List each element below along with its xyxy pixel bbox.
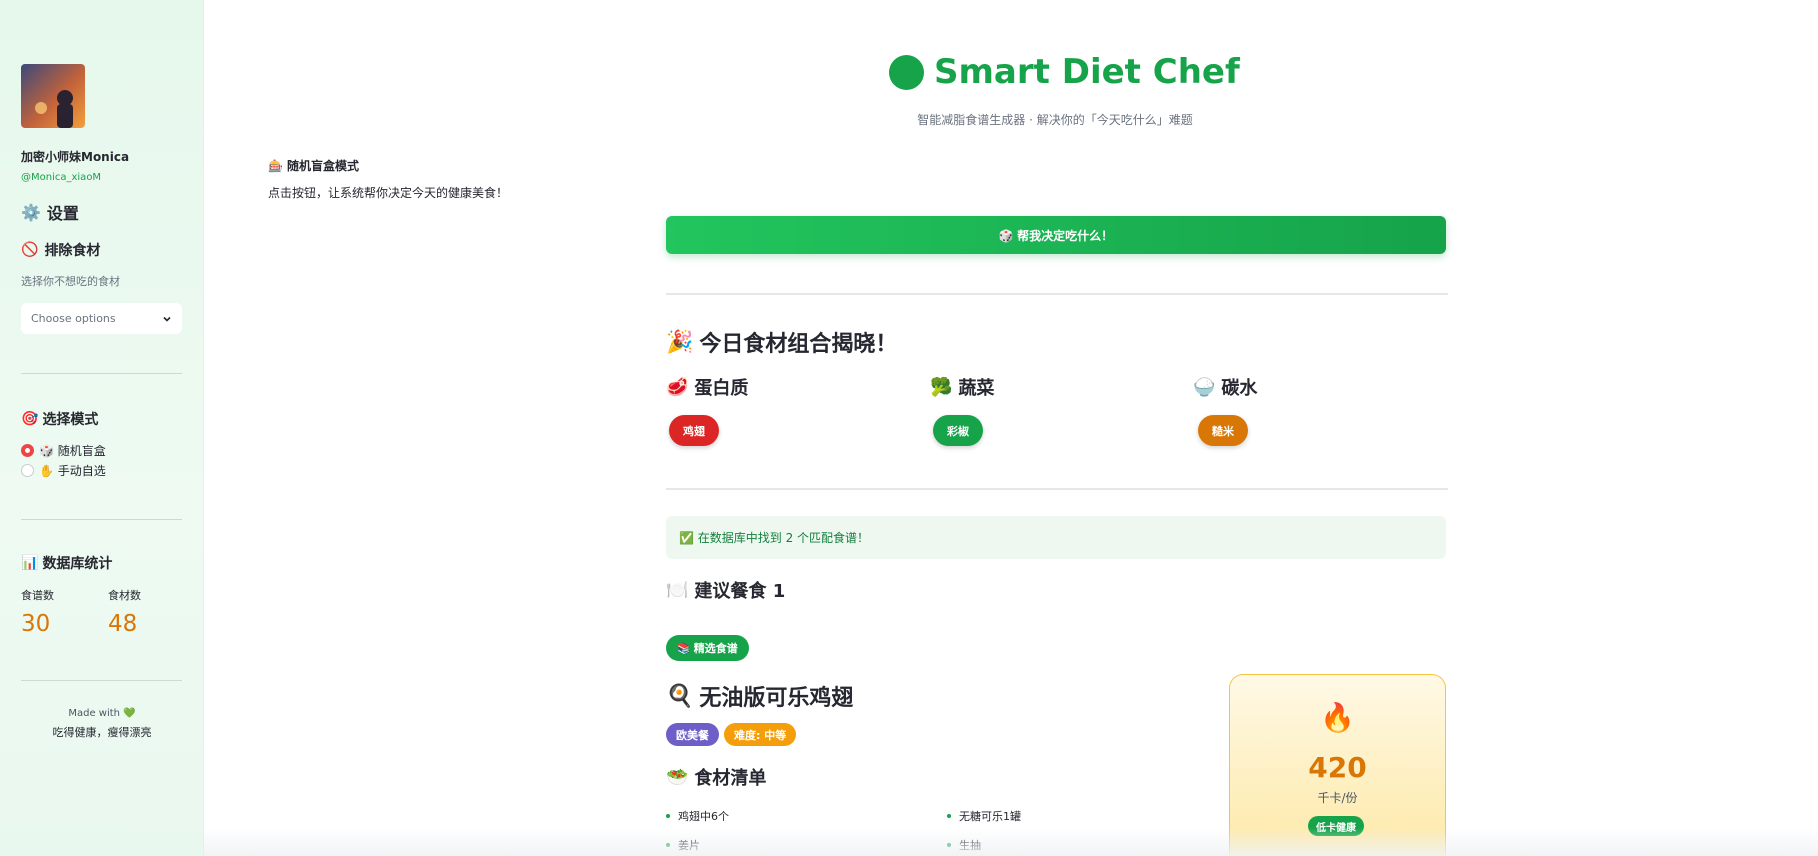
mode-note-text: 点击按钮，让系统帮你决定今天的健康美食！ [268, 186, 509, 200]
stat-ingredients: 食材数 48 [108, 587, 141, 637]
category-label: 碳水 [1221, 378, 1258, 399]
meal-heading: 🍽️ 建议餐食 1 [666, 577, 785, 603]
green-circle-icon [889, 54, 924, 90]
category-label: 蛋白质 [694, 378, 749, 399]
featured-badge-text: 精选食谱 [693, 642, 738, 655]
meat-icon: 🥩 [666, 376, 689, 398]
book-icon: 📚 [677, 641, 691, 655]
chevron-down-icon [163, 316, 171, 322]
exclude-title: 排除食材 [44, 243, 101, 259]
target-icon: 🎯 [21, 411, 39, 427]
footer-made-with: Made with 💚 [68, 708, 136, 719]
success-message: ✅ 在数据库中找到 2 个匹配食谱！ [679, 531, 870, 545]
reveal-heading: 🎉 今日食材组合揭晓！ [666, 326, 897, 358]
reveal-title: 今日食材组合揭晓！ [699, 332, 898, 357]
stat-value: 30 [21, 611, 51, 637]
calorie-unit: 千卡/份 [1317, 791, 1358, 805]
bottom-fade [204, 828, 1818, 856]
settings-label: 设置 [46, 204, 79, 223]
footer-slogan: 吃得健康，瘦得漂亮 [52, 726, 152, 739]
mode-title: 选择模式 [42, 412, 99, 428]
ingredients-title: 食材清单 [694, 768, 767, 789]
page-title: Smart Diet Chef [889, 52, 1240, 92]
featured-badge: 📚 精选食谱 [666, 635, 749, 661]
carbs-chip: 糙米 [1198, 415, 1248, 446]
user-name: 加密小师妹Monica [21, 150, 130, 164]
broccoli-icon: 🥦 [930, 376, 953, 398]
frying-pan-icon: 🍳 [666, 683, 694, 709]
stat-recipes: 食谱数 30 [21, 587, 54, 637]
sidebar-divider [21, 519, 182, 520]
bullet-icon [666, 814, 670, 818]
bar-chart-icon: 📊 [21, 555, 39, 571]
page-title-text: Smart Diet Chef [934, 52, 1240, 92]
vegetable-chip: 彩椒 [933, 415, 983, 446]
meal-title: 建议餐食 1 [694, 581, 786, 602]
bullet-icon [947, 814, 951, 818]
category-protein: 🥩 蛋白质 [666, 374, 748, 400]
settings-heading: ⚙️ 设置 [21, 200, 79, 224]
difficulty-tag: 难度: 中等 [724, 723, 797, 746]
category-carbs: 🍚 碳水 [1193, 374, 1257, 400]
user-handle[interactable]: @Monica_xiaoM [21, 172, 101, 183]
exclude-multiselect[interactable]: Choose options [21, 303, 182, 334]
ingredients-heading: 🥗 食材清单 [666, 764, 766, 790]
calorie-value: 420 [1308, 751, 1367, 784]
decide-button[interactable]: 🎲 帮我决定吃什么！ [666, 216, 1446, 254]
stat-label: 食谱数 [21, 589, 54, 602]
category-label: 蔬菜 [958, 378, 995, 399]
sidebar-divider [21, 373, 182, 374]
exclude-heading: 🚫 排除食材 [21, 240, 100, 260]
ingredient-text: 鸡翅中6个 [678, 810, 729, 823]
stats-heading: 📊 数据库统计 [21, 553, 112, 573]
recipe-heading: 🍳 无油版可乐鸡翅 [666, 680, 853, 712]
exclude-hint: 选择你不想吃的食材 [21, 275, 120, 288]
party-popper-icon: 🎉 [666, 329, 694, 355]
fire-icon: 🔥 [1320, 701, 1355, 734]
multiselect-placeholder: Choose options [31, 312, 116, 325]
radio-selected[interactable] [21, 444, 34, 457]
divider [666, 488, 1448, 490]
mode-option-label: ✋ 手动自选 [39, 464, 106, 478]
protein-chip: 鸡翅 [669, 415, 719, 446]
no-entry-icon: 🚫 [21, 242, 39, 258]
stat-label: 食材数 [108, 589, 141, 602]
recipe-name: 无油版可乐鸡翅 [699, 686, 854, 711]
success-alert: ✅ 在数据库中找到 2 个匹配食谱！ [666, 516, 1446, 559]
stat-value: 48 [108, 611, 138, 637]
mode-note-title: 随机盲盒模式 [286, 159, 359, 173]
mode-heading: 🎯 选择模式 [21, 409, 98, 429]
cuisine-tag: 欧美餐 [666, 723, 719, 746]
category-vegetable: 🥦 蔬菜 [930, 374, 994, 400]
divider [666, 293, 1448, 295]
ingredient-item: 鸡翅中6个 [666, 808, 729, 824]
ingredient-text: 无糖可乐1罐 [959, 810, 1021, 823]
ingredient-item: 无糖可乐1罐 [947, 808, 1021, 824]
sidebar: 加密小师妹Monica @Monica_xiaoM ⚙️ 设置 🚫 排除食材 选… [0, 0, 204, 856]
page-subtitle: 智能减脂食谱生成器 · 解决你的「今天吃什么」难题 [0, 111, 1818, 128]
sidebar-divider [21, 680, 182, 681]
mode-option-manual[interactable]: ✋ 手动自选 [21, 462, 106, 479]
salad-icon: 🥗 [666, 766, 689, 788]
mode-option-label: 🎲 随机盲盒 [39, 444, 106, 458]
page-subtitle-text: 智能减脂食谱生成器 · 解决你的「今天吃什么」难题 [917, 113, 1193, 127]
rice-icon: 🍚 [1193, 376, 1216, 398]
plate-icon: 🍽️ [666, 579, 689, 601]
radio-unselected[interactable] [21, 464, 34, 477]
mode-option-random[interactable]: 🎲 随机盲盒 [21, 442, 106, 459]
slot-machine-icon: 🎰 [268, 158, 283, 173]
gear-icon: ⚙️ [21, 202, 41, 222]
stats-title: 数据库统计 [42, 556, 113, 572]
mode-note-heading: 🎰 随机盲盒模式 [268, 157, 359, 174]
